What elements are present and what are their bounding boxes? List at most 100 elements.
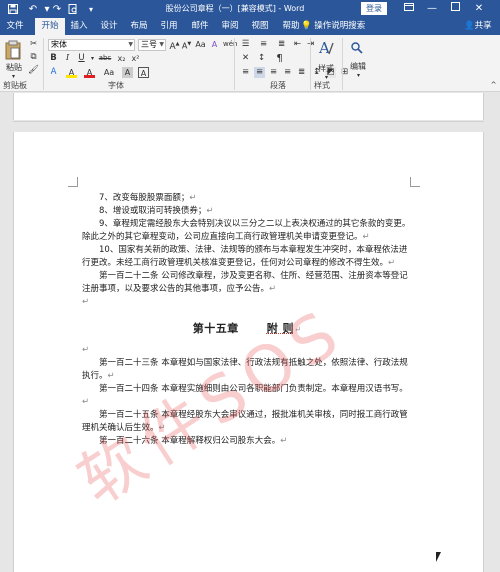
paragraph[interactable]: 第一百二十二条 公司修改章程，涉及变更名称、住所、经营范围、注册资本等登记注册事…: [82, 270, 412, 296]
paragraph[interactable]: 第一百二十四条 本章程实施细则由公司各职能部门负责制定。本章程用汉语书写。↵: [82, 383, 412, 409]
document-body[interactable]: 7、改变每股股票面额；↵ 8、增设或取消可转换债券；↵ 9、章程规定需经股东大会…: [82, 192, 412, 448]
document-area[interactable]: 7、改变每股股票面额；↵ 8、增设或取消可转换债券；↵ 9、章程规定需经股东大会…: [0, 93, 500, 572]
tab-layout[interactable]: 布局: [126, 18, 152, 35]
grow-font-icon[interactable]: A▲: [169, 39, 180, 52]
subscript-button[interactable]: x₂: [116, 53, 127, 64]
group-divider: [234, 38, 235, 90]
chinese-layout-icon[interactable]: ✕: [240, 53, 251, 64]
clipboard-group-label: 剪贴板: [3, 81, 27, 90]
shrink-font-icon[interactable]: A▼: [181, 39, 192, 51]
title-bar: ↶ ▾ ↷ ▾ 股份公司章程（一）[兼容模式] - Word 登录 — ✕: [0, 0, 500, 18]
tab-insert[interactable]: 插入: [66, 18, 92, 35]
change-case-icon[interactable]: Aa: [195, 39, 206, 50]
margin-corner-mark: [68, 177, 78, 187]
paragraph[interactable]: 第一百二十六条 本章程解释权归公司股东大会。↵: [82, 435, 412, 448]
tab-design[interactable]: 设计: [96, 18, 122, 35]
empty-paragraph[interactable]: ↵: [82, 344, 412, 357]
font-name-dropdown[interactable]: 宋体 ▼: [48, 39, 135, 51]
print-preview-icon[interactable]: [66, 2, 80, 16]
align-left-icon[interactable]: ≡: [240, 67, 251, 78]
paragraph[interactable]: 7、改变每股股票面额；↵: [82, 192, 412, 205]
numbering-icon[interactable]: ≡: [258, 39, 269, 50]
copy-icon[interactable]: ⧉: [28, 52, 39, 63]
styles-icon[interactable]: A: [317, 38, 335, 60]
close-icon[interactable]: ✕: [468, 0, 490, 18]
font-color-button[interactable]: A: [84, 67, 95, 78]
mouse-pointer-icon: [436, 552, 446, 562]
borders-icon[interactable]: ⊞: [339, 67, 350, 78]
font-group-label: 字体: [108, 81, 124, 90]
paragraph[interactable]: 10、国家有关新的政策、法律、法规等的颁布与本章程发生冲突时，本章程依法进行更改…: [82, 244, 412, 270]
font-size-dropdown[interactable]: 三号 ▼: [138, 39, 166, 51]
tab-view[interactable]: 视图: [247, 18, 273, 35]
align-right-icon[interactable]: ≡: [268, 67, 279, 78]
chapter-number: 第十五章: [192, 322, 239, 335]
chevron-down-icon[interactable]: ▾: [87, 53, 98, 64]
justify-icon[interactable]: ≡: [282, 67, 293, 78]
person-icon: 👤: [464, 21, 475, 31]
minimize-icon[interactable]: —: [421, 0, 443, 18]
document-title: 股份公司章程（一）[兼容模式] - Word: [165, 4, 305, 13]
page-break-line: [13, 121, 484, 122]
distributed-icon[interactable]: ≣: [296, 67, 307, 78]
align-center-icon[interactable]: ≡: [254, 67, 265, 78]
character-border-button[interactable]: A: [138, 67, 149, 78]
text-effects-icon[interactable]: A: [48, 67, 59, 78]
tab-home[interactable]: 开始: [35, 18, 65, 35]
format-painter-icon[interactable]: 🖌: [28, 65, 39, 76]
undo-icon[interactable]: ↶: [26, 2, 40, 16]
font-size-value: 三号: [141, 40, 157, 49]
ribbon-tab-bar: 文件 开始 插入 设计 布局 引用 邮件 审阅 视图 帮助 💡 操作说明搜索 👤…: [0, 18, 500, 35]
clear-formatting-icon[interactable]: A: [209, 39, 220, 50]
ribbon-display-options-icon[interactable]: [398, 0, 420, 18]
font-name-value: 宋体: [51, 40, 67, 49]
character-shading-icon[interactable]: A: [122, 67, 133, 78]
chevron-down-icon: ▼: [159, 41, 164, 48]
bold-button[interactable]: B: [48, 53, 59, 64]
share-button[interactable]: 👤共享: [464, 18, 492, 35]
group-divider: [43, 38, 44, 90]
lightbulb-icon: 💡: [301, 21, 312, 31]
paragraph-group-label: 段落: [270, 81, 286, 90]
decrease-indent-icon[interactable]: ⇤: [292, 39, 303, 50]
redo-icon[interactable]: ↷: [50, 2, 64, 16]
multilevel-list-icon[interactable]: ≣: [276, 39, 287, 50]
styles-group-label: 样式: [314, 81, 330, 90]
paragraph[interactable]: 第一百二十三条 本章程如与国家法律、行政法规有抵触之处，依照法律、行政法规执行。…: [82, 357, 412, 383]
strikethrough-button[interactable]: abc: [98, 53, 112, 64]
show-formatting-marks-icon[interactable]: ¶: [274, 53, 285, 64]
highlight-color-button[interactable]: A: [66, 67, 77, 78]
change-case-button[interactable]: Aa: [102, 67, 116, 78]
underline-button[interactable]: U: [76, 53, 87, 64]
tell-me-search[interactable]: 💡 操作说明搜索: [301, 18, 365, 35]
customize-quick-access-icon[interactable]: ▾: [84, 2, 98, 16]
share-label: 共享: [474, 21, 492, 31]
tab-mailings[interactable]: 邮件: [187, 18, 213, 35]
paragraph[interactable]: 9、章程规定需经股东大会特别决议以三分之二以上表决权通过的其它条款的变更。除此之…: [82, 218, 412, 244]
restore-icon[interactable]: [444, 0, 466, 18]
tab-file[interactable]: 文件: [3, 18, 27, 35]
chevron-down-icon[interactable]: ▾: [353, 70, 364, 81]
login-button[interactable]: 登录: [361, 2, 387, 15]
chevron-down-icon: ▼: [128, 41, 133, 48]
collapse-ribbon-icon[interactable]: ^: [488, 80, 499, 91]
margin-corner-mark: [410, 177, 420, 187]
bullets-icon[interactable]: ☰: [240, 39, 251, 50]
find-icon[interactable]: [350, 39, 364, 57]
clipboard-icon[interactable]: [4, 39, 22, 61]
phonetic-guide-icon[interactable]: wén: [223, 39, 237, 50]
save-icon[interactable]: [6, 2, 20, 16]
previous-page-bottom: [13, 93, 484, 120]
tab-review[interactable]: 审阅: [217, 18, 243, 35]
ribbon-home: 粘贴 ▾ ✂ ⧉ 🖌 剪贴板 宋体 ▼ 三号 ▼ A▲ A▼ Aa A wén …: [0, 35, 500, 92]
italic-button[interactable]: I: [62, 53, 73, 64]
sort-icon[interactable]: ↕: [256, 53, 267, 64]
empty-paragraph[interactable]: ↵: [82, 296, 412, 309]
cut-icon[interactable]: ✂: [28, 39, 39, 50]
tab-references[interactable]: 引用: [156, 18, 182, 35]
group-divider: [342, 38, 343, 90]
superscript-button[interactable]: x²: [130, 53, 141, 64]
chapter-heading[interactable]: 第十五章附 则↵: [82, 322, 412, 336]
paragraph[interactable]: 8、增设或取消可转换债券；↵: [82, 205, 412, 218]
paragraph[interactable]: 第一百二十五条 本章程经股东大会审议通过，报批准机关审核，同时报工商行政管理机关…: [82, 409, 412, 435]
